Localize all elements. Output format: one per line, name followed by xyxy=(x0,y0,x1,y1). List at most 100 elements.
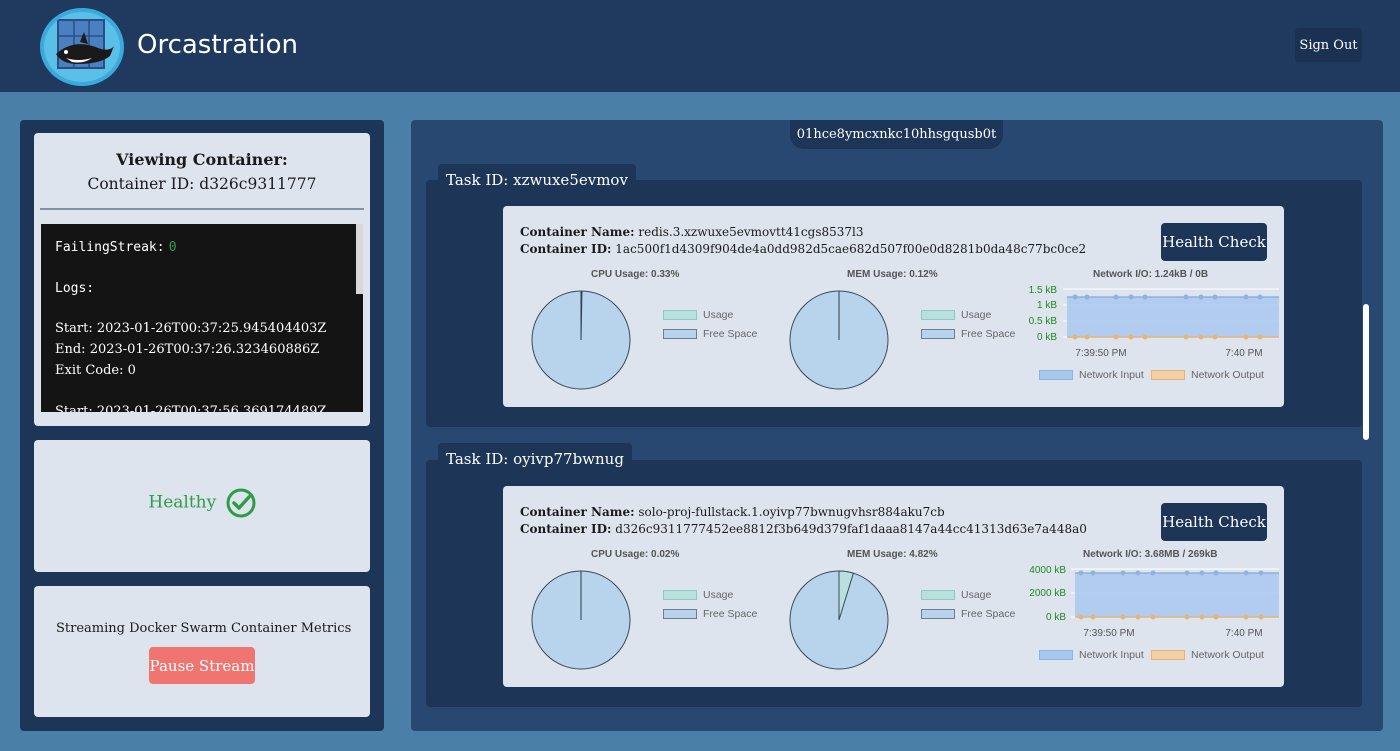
log-exit-code: Exit Code: 0 xyxy=(55,363,136,378)
viewing-container-id: Container ID: d326c9311777 xyxy=(87,175,317,193)
node-id-tab[interactable]: 01hce8ymcxnkc10hhsgqusb0t xyxy=(790,120,1003,149)
y-tick-label: 2000 kB xyxy=(1029,588,1066,599)
stream-control-card: Streaming Docker Swarm Container Metrics… xyxy=(34,586,370,717)
legend-label: Network Output xyxy=(1191,649,1264,661)
container-name-label: Container Name: xyxy=(520,225,635,239)
legend-swatch xyxy=(663,609,697,620)
legend-swatch xyxy=(1039,370,1073,381)
legend-label: Free Space xyxy=(961,328,1016,340)
legend-label: Free Space xyxy=(961,608,1016,620)
legend-label: Network Input xyxy=(1079,369,1144,381)
network-input-area xyxy=(1067,297,1279,337)
legend-label: Free Space xyxy=(703,608,758,620)
x-tick-label: 7:39:50 PM xyxy=(1075,348,1126,359)
health-status-text: Healthy xyxy=(148,492,217,513)
legend-item: Usage xyxy=(663,309,733,321)
container-card: Container Name: redis.3.xzwuxe5evmovtt41… xyxy=(503,206,1284,407)
y-tick-label: 0 kB xyxy=(1037,332,1057,343)
health-check-button[interactable]: Health Check xyxy=(1161,503,1267,541)
network-area-chart: 4000 kB 2000 kB 0 kB 7:39:50 PM 7:40 PM xyxy=(1029,565,1279,639)
x-tick-label: 7:40 PM xyxy=(1225,628,1262,639)
cpu-chart-title: CPU Usage: 0.02% xyxy=(591,549,680,560)
pause-stream-button[interactable]: Pause Stream xyxy=(149,647,255,684)
container-name-label: Container Name: xyxy=(520,505,635,519)
cpu-pie-chart xyxy=(531,290,631,390)
health-check-button[interactable]: Health Check xyxy=(1161,223,1267,261)
legend-item: Usage xyxy=(921,589,991,601)
legend-label: Network Input xyxy=(1079,649,1144,661)
legend-label: Network Output xyxy=(1191,369,1264,381)
legend-swatch xyxy=(1151,370,1185,381)
legend-swatch xyxy=(1039,650,1073,661)
legend-label: Usage xyxy=(703,589,734,601)
legend-label: Free Space xyxy=(703,328,758,340)
mem-chart-title: MEM Usage: 4.82% xyxy=(847,549,938,560)
viewing-container-title: Viewing Container: xyxy=(116,150,288,169)
container-name-value: solo-proj-fullstack.1.oyivp77bwnugvhsr88… xyxy=(638,505,945,519)
container-id-value: 1ac500f1d4309f904de4a0dd982d5cae682d507f… xyxy=(615,242,1087,256)
cpu-chart-title: CPU Usage: 0.33% xyxy=(591,269,680,280)
container-id-label: Container ID: xyxy=(520,242,612,256)
container-name-value: redis.3.xzwuxe5evmovtt41cgs8537l3 xyxy=(638,225,864,239)
logs-scrollbar[interactable] xyxy=(356,224,363,294)
y-tick-label: 1.5 kB xyxy=(1029,285,1058,296)
container-id-value: d326c9311777452ee8812f3b649d379faf1daaa8… xyxy=(615,522,1087,536)
check-circle-icon xyxy=(226,488,256,518)
task-id-label: Task ID: oyivp77bwnug xyxy=(438,443,632,476)
app-title: Orcastration xyxy=(137,30,298,60)
health-logs-panel[interactable]: FailingStreak: 0 Logs: Start: 2023-01-26… xyxy=(41,224,363,412)
mem-pie-chart xyxy=(789,570,889,670)
app-header: Orcastration Sign Out xyxy=(0,0,1400,92)
task-id-label: Task ID: xzwuxe5evmov xyxy=(438,164,636,197)
legend-item: Usage xyxy=(921,309,991,321)
legend-item: Free Space xyxy=(663,608,757,620)
legend-item: Network Output xyxy=(1151,369,1264,381)
legend-swatch xyxy=(921,329,955,340)
health-status: Healthy xyxy=(34,488,370,518)
legend-swatch xyxy=(663,329,697,340)
network-area-chart: 1.5 kB 1 kB 0.5 kB 0 kB 7:39:50 PM 7:40 … xyxy=(1029,285,1279,359)
y-tick-label: 0 kB xyxy=(1046,612,1066,623)
legend-label: Usage xyxy=(961,589,992,601)
container-card: Container Name: solo-proj-fullstack.1.oy… xyxy=(503,486,1284,687)
legend-item: Network Input xyxy=(1039,649,1144,661)
network-chart-title: Network I/O: 1.24kB / 0B xyxy=(1093,269,1209,280)
x-tick-label: 7:40 PM xyxy=(1225,348,1262,359)
legend-swatch xyxy=(663,590,697,601)
legend-item: Free Space xyxy=(921,608,1015,620)
y-tick-label: 4000 kB xyxy=(1029,565,1066,576)
container-name: Container Name: solo-proj-fullstack.1.oy… xyxy=(520,505,945,519)
legend-item: Usage xyxy=(663,589,733,601)
network-chart-title: Network I/O: 3.68MB / 269kB xyxy=(1083,549,1218,560)
divider xyxy=(40,208,364,210)
log-end: End: 2023-01-26T00:37:26.323460886Z xyxy=(55,342,320,357)
legend-swatch xyxy=(663,310,697,321)
container-id-label: Container ID: xyxy=(520,522,612,536)
failing-streak-label: FailingStreak: xyxy=(55,240,165,255)
container-id: Container ID: 1ac500f1d4309f904de4a0dd98… xyxy=(520,242,1086,256)
stream-label: Streaming Docker Swarm Container Metrics xyxy=(56,621,352,636)
y-tick-label: 1 kB xyxy=(1037,300,1057,311)
legend-swatch xyxy=(1151,650,1185,661)
x-tick-label: 7:39:50 PM xyxy=(1083,628,1134,639)
logs-label: Logs: xyxy=(55,281,95,296)
legend-label: Usage xyxy=(703,309,734,321)
y-tick-label: 0.5 kB xyxy=(1029,316,1058,327)
network-input-area xyxy=(1075,573,1279,617)
left-sidebar: Viewing Container: Container ID: d326c93… xyxy=(20,120,384,731)
container-id: Container ID: d326c9311777452ee8812f3b64… xyxy=(520,522,1087,536)
legend-label: Usage xyxy=(961,309,992,321)
legend-item: Free Space xyxy=(663,328,757,340)
log-start: Start: 2023-01-26T00:37:56.369174489Z xyxy=(55,404,327,412)
orca-logo-icon xyxy=(40,8,124,86)
failing-streak-value: 0 xyxy=(168,240,177,255)
sign-out-button[interactable]: Sign Out xyxy=(1295,28,1362,62)
failing-streak-line: FailingStreak: 0 xyxy=(55,240,177,255)
log-start: Start: 2023-01-26T00:37:25.945404403Z xyxy=(55,321,327,336)
legend-swatch xyxy=(921,590,955,601)
tasks-scrollbar[interactable] xyxy=(1363,304,1369,440)
legend-swatch xyxy=(921,609,955,620)
mem-pie-chart xyxy=(789,290,889,390)
cpu-pie-chart xyxy=(531,570,631,670)
container-name: Container Name: redis.3.xzwuxe5evmovtt41… xyxy=(520,225,863,239)
